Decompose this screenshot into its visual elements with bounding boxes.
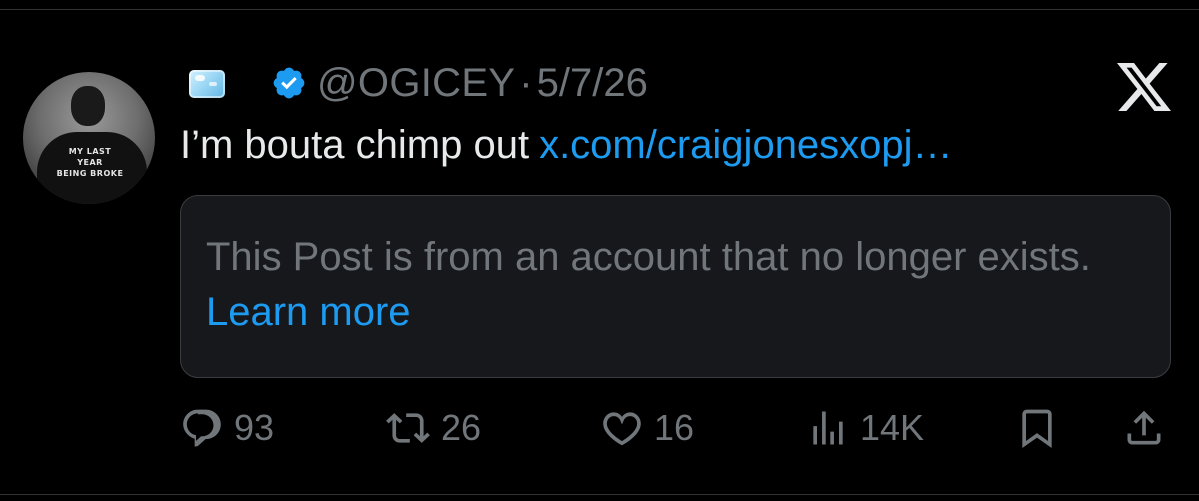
learn-more-link[interactable]: Learn more xyxy=(206,290,411,334)
heart-icon xyxy=(603,412,641,446)
reply-button[interactable]: 93 xyxy=(180,400,274,456)
bookmark-button[interactable] xyxy=(1015,400,1059,456)
avatar-head xyxy=(71,86,105,126)
views-chart-icon xyxy=(813,411,843,445)
date-separator: · xyxy=(519,60,533,105)
avatar-shirt-text: MY LAST YEAR BEING BROKE xyxy=(45,146,135,179)
views-button[interactable]: 14K xyxy=(806,400,924,456)
unavailable-message: This Post is from an account that no lon… xyxy=(206,230,1136,340)
share-button[interactable] xyxy=(1122,400,1166,456)
avatar-shirt-line-3: BEING BROKE xyxy=(56,169,124,178)
post-date[interactable]: 5/7/26 xyxy=(537,61,648,106)
bottom-divider xyxy=(0,494,1199,495)
x-logo-icon[interactable] xyxy=(1117,63,1171,111)
share-icon xyxy=(1127,410,1161,445)
repost-count: 26 xyxy=(441,407,482,448)
author-handle[interactable]: @OGICEY xyxy=(317,61,515,106)
avatar[interactable]: MY LAST YEAR BEING BROKE xyxy=(23,72,155,204)
unavailable-quote-card: This Post is from an account that no lon… xyxy=(180,195,1171,378)
ice-cube-icon xyxy=(187,66,227,100)
like-count: 16 xyxy=(654,407,695,448)
reply-icon xyxy=(183,409,221,447)
repost-icon xyxy=(386,413,430,443)
views-count: 14K xyxy=(860,407,925,448)
reply-count: 93 xyxy=(234,407,275,448)
post-text: I’m bouta chimp out xyxy=(180,123,530,167)
avatar-shirt-line-1: MY LAST xyxy=(68,147,112,156)
avatar-shirt-line-2: YEAR xyxy=(77,158,103,167)
post-text-row: I’m bouta chimp out x.com/craigjonesxopj… xyxy=(180,118,953,172)
repost-button[interactable]: 26 xyxy=(385,400,481,456)
top-divider xyxy=(0,9,1199,10)
like-button[interactable]: 16 xyxy=(600,400,694,456)
action-bar: 93 26 16 14K xyxy=(180,400,1171,456)
bookmark-icon xyxy=(1022,409,1052,449)
verified-badge-icon[interactable] xyxy=(271,65,307,101)
post-header: @OGICEY · 5/7/26 xyxy=(180,56,648,110)
post-link[interactable]: x.com/craigjonesxopj… xyxy=(539,123,953,167)
unavailable-text: This Post is from an account that no lon… xyxy=(206,235,1091,279)
